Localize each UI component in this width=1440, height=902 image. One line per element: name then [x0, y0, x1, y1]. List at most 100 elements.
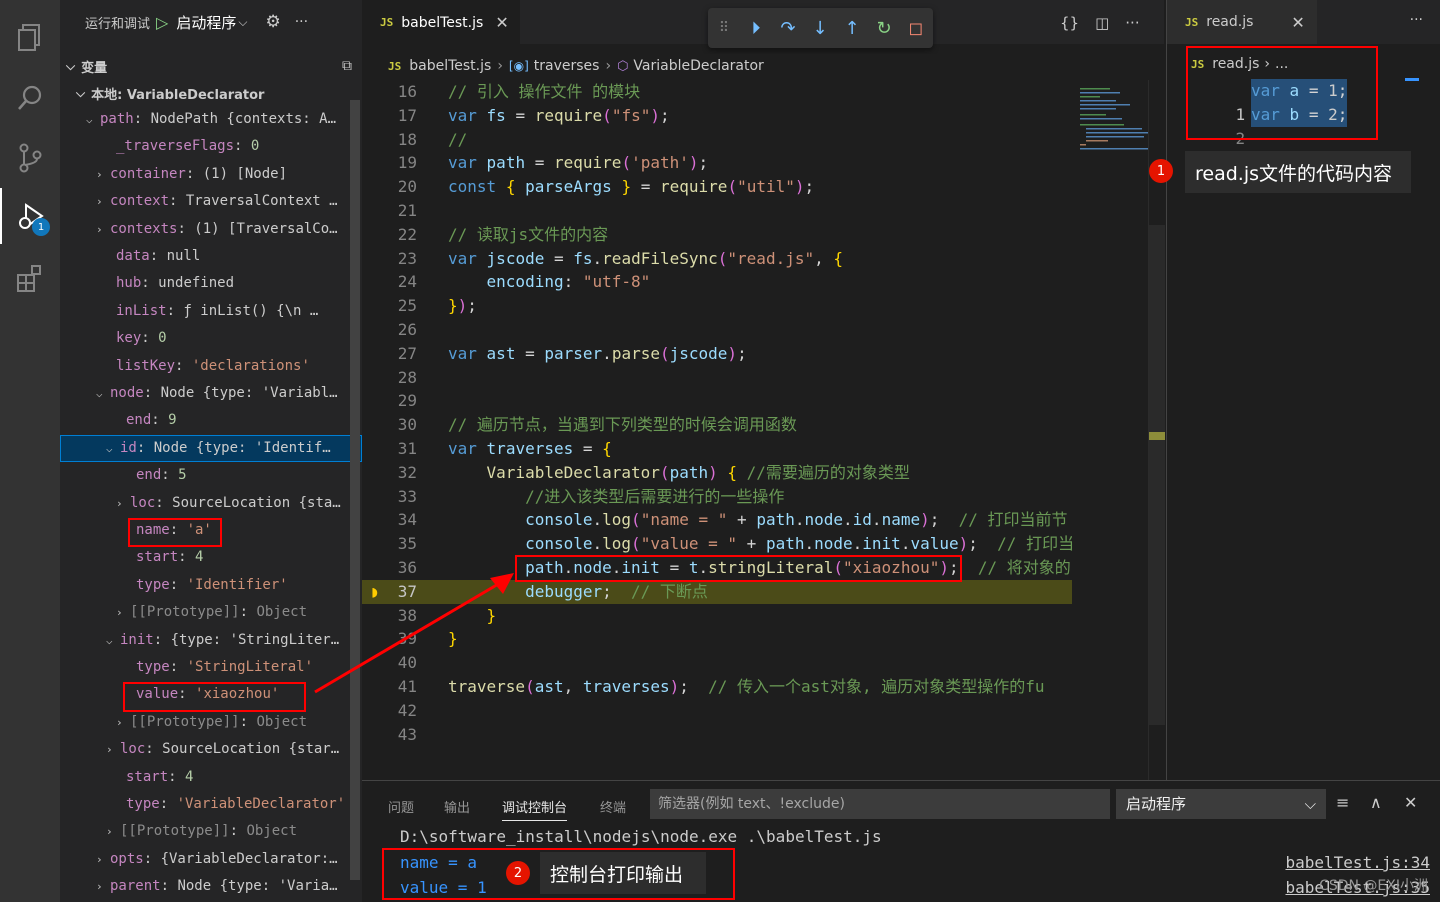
code-line[interactable]: 27 var ast = parser.parse(jscode);	[362, 342, 1072, 366]
code-line[interactable]: 23 var jscode = fs.readFileSync("read.js"…	[362, 247, 1072, 271]
code-editor[interactable]: 16 // 引入 操作文件 的模块 17 var fs = require("fs")…	[362, 80, 1072, 780]
variable-row[interactable]: › loc: SourceLocation {star…	[60, 736, 362, 763]
variable-row[interactable]: hub: undefined	[60, 270, 362, 297]
variable-row[interactable]: › loc: SourceLocation {sta…	[60, 490, 362, 517]
chevron-down-icon[interactable]: ⌵	[106, 435, 120, 462]
line-number[interactable]: 39	[362, 627, 417, 651]
line-number[interactable]: 38	[362, 604, 417, 628]
code-line[interactable]: 26	[362, 318, 1072, 342]
line-number[interactable]: 17	[362, 104, 417, 128]
run-debug-icon[interactable]: 1	[0, 188, 60, 244]
chevron-down-icon[interactable]: ⌵	[86, 106, 100, 133]
line-number[interactable]: 19	[362, 151, 417, 175]
chevron-right-icon[interactable]: ›	[116, 490, 130, 517]
code-line[interactable]: 32 VariableDeclarator(path) { //需要遍历的对象类…	[362, 461, 1072, 485]
variable-row[interactable]: ⌵ path: NodePath {contexts: A…	[60, 106, 362, 133]
chevron-right-icon[interactable]: ›	[96, 873, 110, 900]
code-line[interactable]: 16 // 引入 操作文件 的模块	[362, 80, 1072, 104]
variable-row[interactable]: start: 4	[60, 544, 362, 571]
variable-row[interactable]: _traverseFlags: 0	[60, 133, 362, 160]
console-filter-input[interactable]: 筛选器(例如 text、!exclude)	[650, 789, 1110, 819]
more-actions-icon[interactable]: ···	[1125, 14, 1139, 32]
launch-config-select[interactable]: 启动程序	[176, 12, 236, 33]
variable-row[interactable]: end: 9	[60, 407, 362, 434]
tab-debug-console[interactable]: 调试控制台	[502, 797, 568, 821]
step-out-icon[interactable]: ↑	[836, 18, 868, 39]
split-editor-icon[interactable]: ◫	[1095, 14, 1109, 32]
line-number[interactable]: 35	[362, 532, 417, 556]
sidebar-scrollbar[interactable]	[350, 100, 360, 880]
line-number[interactable]: 31	[362, 437, 417, 461]
breadcrumb-file[interactable]: babelTest.js	[409, 58, 491, 74]
line-number[interactable]: 21	[362, 199, 417, 223]
variable-row[interactable]: ⌵ id: Node {type: 'Identif…	[60, 434, 362, 462]
code-line[interactable]: 24 encoding: "utf-8"	[362, 270, 1072, 294]
scope-local[interactable]: ⌵ 本地: VariableDeclarator	[76, 82, 264, 104]
line-number[interactable]: 24	[362, 270, 417, 294]
line-number[interactable]: 40	[362, 651, 417, 675]
code-line[interactable]: 35 console.log("value = " + path.node.in…	[362, 532, 1072, 556]
code-line[interactable]: 34 console.log("name = " + path.node.id.…	[362, 508, 1072, 532]
explorer-icon[interactable]	[0, 10, 60, 66]
console-session-select[interactable]: 启动程序 ⌵	[1116, 789, 1326, 819]
line-number[interactable]: 25	[362, 294, 417, 318]
code-line[interactable]: 39}	[362, 627, 1072, 651]
code-line[interactable]: 31 var traverses = {	[362, 437, 1072, 461]
code-line[interactable]: 38 }	[362, 604, 1072, 628]
tab-babeltest[interactable]: JS babelTest.js ✕	[362, 0, 520, 44]
chevron-right-icon[interactable]: ›	[96, 161, 110, 188]
code-line[interactable]: 25});	[362, 294, 1072, 318]
chevron-right-icon[interactable]: ›	[106, 736, 120, 763]
code-line[interactable]: ◗ 37 debugger; // 下断点	[362, 579, 1072, 604]
line-number[interactable]: 29	[362, 389, 417, 413]
line-number[interactable]: 20	[362, 175, 417, 199]
chevron-right-icon[interactable]: ›	[96, 846, 110, 873]
source-link-34[interactable]: babelTest.js:34	[1286, 853, 1431, 872]
code-line[interactable]: 20 const { parseArgs } = require("util");	[362, 175, 1072, 199]
line-number[interactable]: 32	[362, 461, 417, 485]
chevron-right-icon[interactable]: ›	[96, 216, 110, 243]
scrollbar-thumb[interactable]	[1149, 225, 1165, 725]
chevron-right-icon[interactable]: ›	[106, 818, 120, 845]
gear-icon[interactable]: ⚙	[265, 12, 280, 32]
continue-icon[interactable]: ⏵	[740, 18, 772, 39]
code-line[interactable]: 33 //进入该类型后需要进行的一些操作	[362, 485, 1072, 509]
tab-problems[interactable]: 问题	[388, 797, 414, 816]
breadcrumb-traverses[interactable]: traverses	[534, 58, 600, 74]
word-wrap-icon[interactable]: ≡	[1336, 793, 1349, 812]
variable-row[interactable]: data: null	[60, 243, 362, 270]
drag-handle-icon[interactable]: ⠿	[708, 20, 740, 36]
line-number[interactable]: 33	[362, 485, 417, 509]
chevron-up-icon[interactable]: ∧	[1370, 793, 1382, 812]
step-over-icon[interactable]: ↷	[772, 18, 804, 39]
variable-row[interactable]: › [[Prototype]]: Object	[60, 599, 362, 626]
line-number[interactable]: 34	[362, 508, 417, 532]
line-number[interactable]: 26	[362, 318, 417, 342]
editor-scrollbar[interactable]	[1148, 80, 1165, 780]
line-number[interactable]: 41	[362, 675, 417, 699]
variable-row[interactable]: › [[Prototype]]: Object	[60, 818, 362, 845]
line-number[interactable]: 27	[362, 342, 417, 366]
variable-row[interactable]: listKey: 'declarations'	[60, 353, 362, 380]
line-number[interactable]: 22	[362, 223, 417, 247]
chevron-down-icon[interactable]: ⌵	[106, 627, 120, 654]
braces-icon[interactable]: {}	[1060, 14, 1079, 32]
collapse-all-icon[interactable]: ⧉	[342, 58, 352, 74]
variable-row[interactable]: inList: ƒ inList() {\n …	[60, 298, 362, 325]
restart-icon[interactable]: ↻	[868, 18, 900, 39]
breadcrumb-variabledeclarator[interactable]: VariableDeclarator	[633, 58, 763, 74]
tab-terminal[interactable]: 终端	[600, 797, 626, 816]
variable-row[interactable]: type: 'VariableDeclarator'	[60, 791, 362, 818]
code-line[interactable]: 28	[362, 366, 1072, 390]
start-debugging-icon[interactable]: ▷	[156, 13, 168, 32]
chevron-right-icon[interactable]: ›	[116, 599, 130, 626]
code-line[interactable]: 41 traverse(ast, traverses); // 传入一个ast对象…	[362, 675, 1072, 699]
code-line[interactable]: 43	[362, 723, 1072, 747]
variable-row[interactable]: ⌵ node: Node {type: 'Variabl…	[60, 380, 362, 407]
variable-row[interactable]: › container: (1) [Node]	[60, 161, 362, 188]
line-number[interactable]: 30	[362, 413, 417, 437]
line-number[interactable]: 16	[362, 80, 417, 104]
variable-row[interactable]: end: 5	[60, 462, 362, 489]
tab-readjs[interactable]: JS read.js ✕	[1167, 0, 1317, 44]
close-icon[interactable]: ✕	[1291, 13, 1304, 32]
